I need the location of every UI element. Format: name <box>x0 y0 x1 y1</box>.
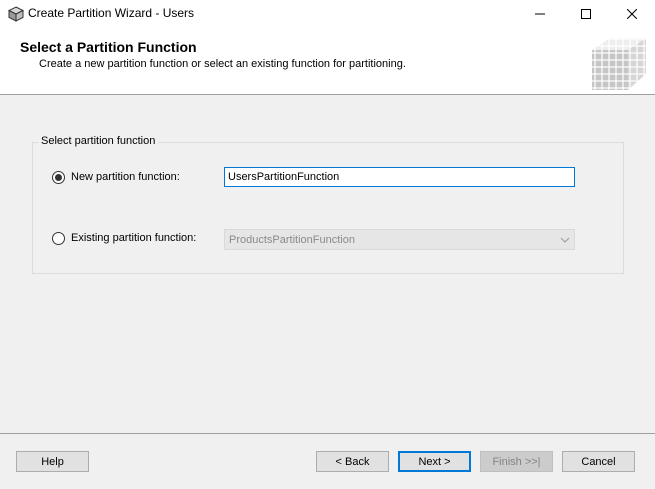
partition-function-group <box>32 142 624 274</box>
existing-function-value: ProductsPartitionFunction <box>229 234 355 246</box>
back-button[interactable]: < Back <box>316 451 389 472</box>
close-button[interactable] <box>609 0 655 28</box>
existing-function-radio[interactable] <box>52 232 65 245</box>
minimize-icon <box>535 13 545 15</box>
cube-graphic <box>592 38 646 90</box>
new-function-radio[interactable] <box>52 171 65 184</box>
existing-function-label[interactable]: Existing partition function: <box>71 232 196 244</box>
new-function-label[interactable]: New partition function: <box>71 171 180 183</box>
chevron-down-icon <box>560 237 570 243</box>
existing-function-dropdown[interactable]: ProductsPartitionFunction <box>224 229 575 250</box>
minimize-button[interactable] <box>517 0 563 28</box>
footer-divider <box>0 433 655 434</box>
close-icon <box>627 9 637 19</box>
page-title: Select a Partition Function <box>20 39 197 55</box>
help-button[interactable]: Help <box>16 451 89 472</box>
database-cube-icon <box>8 6 24 22</box>
wizard-header: Select a Partition Function Create a new… <box>0 28 655 95</box>
title-bar: Create Partition Wizard - Users <box>0 0 655 28</box>
finish-button[interactable]: Finish >>| <box>480 451 553 472</box>
page-subtitle: Create a new partition function or selec… <box>39 58 406 70</box>
maximize-icon <box>581 9 591 19</box>
next-button[interactable]: Next > <box>398 451 471 472</box>
window-title: Create Partition Wizard - Users <box>28 6 195 20</box>
cancel-button[interactable]: Cancel <box>562 451 635 472</box>
maximize-button[interactable] <box>563 0 609 28</box>
group-legend: Select partition function <box>38 135 159 147</box>
new-function-input[interactable] <box>224 167 575 187</box>
